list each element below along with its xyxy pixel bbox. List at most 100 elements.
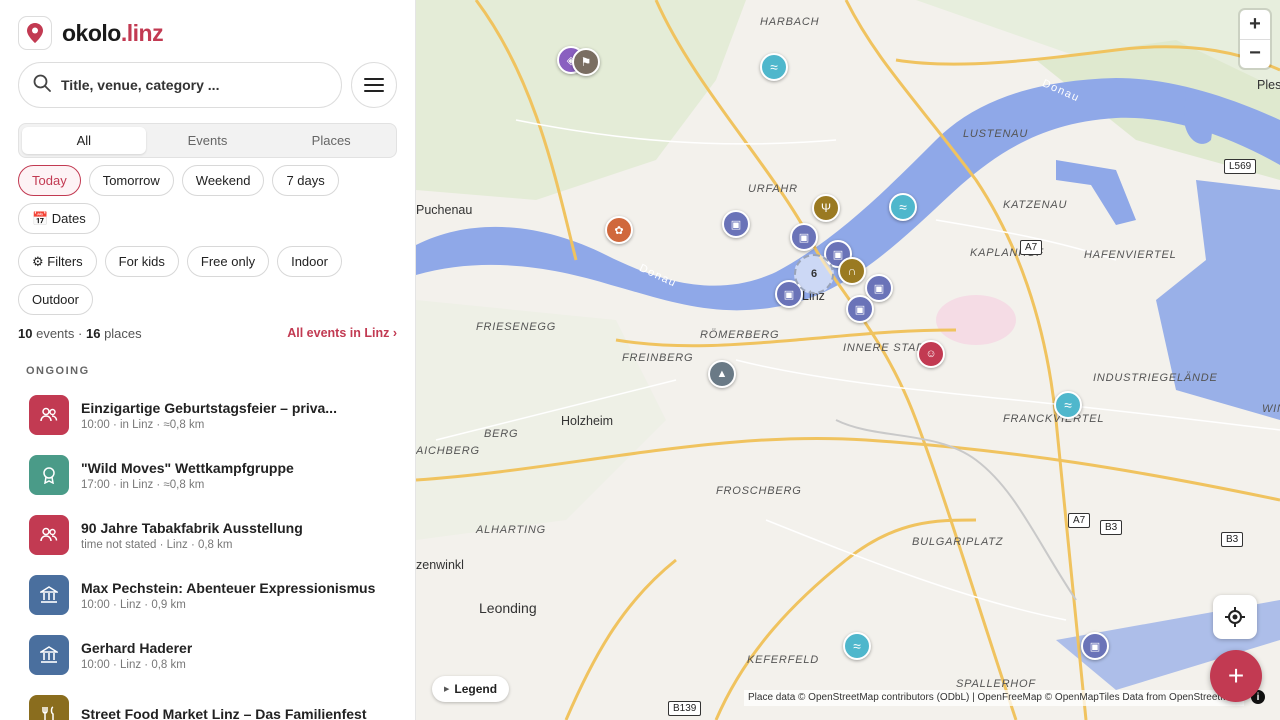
chip-today[interactable]: Today bbox=[18, 165, 81, 196]
triangle-right-icon: ▶ bbox=[444, 686, 450, 693]
water-icon: ≈ bbox=[770, 59, 778, 75]
tab-events[interactable]: Events bbox=[146, 127, 270, 154]
filter-chips: ⚙ Filters For kids Free only Indoor bbox=[18, 246, 342, 277]
chip-weekend[interactable]: Weekend bbox=[181, 165, 265, 196]
chip-outdoor[interactable]: Outdoor bbox=[18, 284, 93, 315]
results-count: 10 events · 16 places bbox=[18, 326, 142, 341]
event-text: "Wild Moves" Wettkampfgruppe 17:00 · in L… bbox=[81, 460, 294, 491]
image-icon: ▣ bbox=[730, 218, 742, 231]
road-shield: B3 bbox=[1100, 520, 1123, 535]
tab-all[interactable]: All bbox=[22, 127, 146, 154]
map-marker-pool[interactable]: ≈ bbox=[843, 632, 871, 660]
map-marker-gallery[interactable]: ▣ bbox=[1081, 632, 1109, 660]
map-place-label: Puchenau bbox=[416, 203, 473, 217]
road-shield: B3 bbox=[1221, 532, 1244, 547]
map-base bbox=[416, 0, 1280, 720]
results-summary: 10 events · 16 places All events in Linz… bbox=[18, 326, 397, 341]
map-marker-food[interactable]: Ψ bbox=[812, 194, 840, 222]
map-place-label: FRANCKVIERTEL bbox=[1003, 413, 1105, 425]
map-view[interactable]: HARBACH Pleschi LUSTENAU L569 URFAHR Puchenau… bbox=[416, 0, 1280, 720]
map-marker-gallery[interactable]: ▣ bbox=[846, 295, 874, 323]
road-shield: A7 bbox=[1020, 240, 1043, 255]
map-marker-people[interactable]: ☺ bbox=[917, 340, 945, 368]
map-pin-icon bbox=[18, 16, 52, 50]
image-icon: ▣ bbox=[832, 248, 844, 261]
map-place-label: KATZENAU bbox=[1003, 199, 1068, 211]
chip-tomorrow[interactable]: Tomorrow bbox=[88, 165, 174, 196]
image-icon: ▣ bbox=[783, 288, 795, 301]
all-events-link[interactable]: All events in Linz › bbox=[287, 326, 397, 341]
map-marker-gallery[interactable]: ▣ bbox=[722, 210, 750, 238]
event-title: "Wild Moves" Wettkampfgruppe bbox=[81, 459, 294, 476]
road-shield: L569 bbox=[1224, 159, 1257, 174]
map-place-label: LUSTENAU bbox=[963, 128, 1029, 140]
map-marker-mountain[interactable]: ▲ bbox=[708, 360, 736, 388]
event-list-item[interactable]: 90 Jahre Tabakfabrik Ausstellung time not… bbox=[29, 514, 389, 556]
sidebar: okolo.linz All Events Places Today Tomor… bbox=[0, 0, 416, 720]
crosshair-icon bbox=[1225, 607, 1245, 627]
event-list-item[interactable]: Max Pechstein: Abenteuer Expressionismus… bbox=[29, 574, 389, 616]
search-box[interactable] bbox=[18, 62, 342, 108]
hamburger-icon bbox=[364, 78, 384, 92]
map-place-label: WIN bbox=[1262, 403, 1280, 415]
zoom-in-button[interactable]: + bbox=[1240, 10, 1270, 40]
add-event-button[interactable]: + bbox=[1210, 650, 1262, 702]
map-place-label: URFAHR bbox=[748, 183, 798, 195]
event-list-item[interactable]: "Wild Moves" Wettkampfgruppe 17:00 · in L… bbox=[29, 454, 389, 496]
chip-indoor[interactable]: Indoor bbox=[277, 246, 342, 277]
map-place-label: KEFERFELD bbox=[747, 654, 819, 666]
event-title: Max Pechstein: Abenteuer Expressionismus bbox=[81, 579, 376, 596]
event-meta: time not stated · Linz · 0,8 km bbox=[81, 538, 233, 551]
tab-places[interactable]: Places bbox=[269, 127, 393, 154]
event-list-item[interactable]: Gerhard Haderer 10:00 · Linz · 0,8 km bbox=[29, 634, 389, 676]
map-place-label: RÖMERBERG bbox=[700, 329, 780, 341]
event-list-item[interactable]: Street Food Market Linz – Das Familienfe… bbox=[29, 694, 389, 720]
map-place-label: BULGARIPLATZ bbox=[912, 536, 1004, 548]
zoom-control: + − bbox=[1240, 10, 1270, 68]
map-place-label: SPALLERHOF bbox=[956, 678, 1036, 690]
map-cluster[interactable]: 6 bbox=[794, 254, 834, 294]
brand-name: okolo.linz bbox=[62, 19, 164, 46]
map-marker-landmark[interactable]: ∩ bbox=[838, 257, 866, 285]
map-place-label: FROSCHBERG bbox=[716, 485, 802, 497]
map-place-label: Leonding bbox=[479, 600, 537, 616]
map-marker-pool[interactable]: ≈ bbox=[889, 193, 917, 221]
chip-7-days[interactable]: 7 days bbox=[272, 165, 339, 196]
map-marker-gallery[interactable]: ▣ bbox=[790, 223, 818, 251]
dates-row: 📅 Dates bbox=[18, 203, 100, 234]
chip-for-kids[interactable]: For kids bbox=[104, 246, 179, 277]
map-attribution: Place data © OpenStreetMap contributors … bbox=[744, 690, 1244, 706]
event-text: Max Pechstein: Abenteuer Expressionismus… bbox=[81, 580, 375, 611]
footprint-icon: ✿ bbox=[614, 224, 624, 237]
outdoor-row: Outdoor bbox=[18, 284, 93, 315]
search-input[interactable] bbox=[61, 77, 301, 93]
menu-button[interactable] bbox=[351, 62, 397, 108]
map-marker-pool[interactable]: ≈ bbox=[760, 53, 788, 81]
flag-icon: ⚑ bbox=[580, 55, 592, 69]
map-marker-kids[interactable]: ✿ bbox=[605, 216, 633, 244]
museum-icon bbox=[29, 635, 69, 675]
locate-me-button[interactable] bbox=[1213, 595, 1257, 639]
people-icon bbox=[29, 515, 69, 555]
chip-dates[interactable]: 📅 Dates bbox=[18, 203, 100, 234]
brand-logo[interactable]: okolo.linz bbox=[18, 16, 164, 50]
event-meta: 10:00 · Linz · 0,8 km bbox=[81, 658, 186, 671]
type-segmented-control: All Events Places bbox=[18, 123, 397, 158]
map-place-label: HAFENVIERTEL bbox=[1084, 249, 1177, 261]
museum-icon bbox=[29, 575, 69, 615]
zoom-out-button[interactable]: − bbox=[1240, 40, 1270, 69]
food-icon bbox=[29, 695, 69, 720]
chip-free-only[interactable]: Free only bbox=[186, 246, 270, 277]
map-place-label: Pleschi bbox=[1257, 78, 1280, 92]
chip-filters[interactable]: ⚙ Filters bbox=[18, 246, 97, 277]
legend-button[interactable]: ▶ Legend bbox=[432, 676, 510, 702]
event-title: Street Food Market Linz – Das Familienfe… bbox=[81, 705, 367, 720]
map-marker-pool[interactable]: ≈ bbox=[1054, 391, 1082, 419]
map-place-label: zenwinkl bbox=[416, 558, 464, 572]
road-shield: A7 bbox=[1068, 513, 1091, 528]
map-marker-flag[interactable]: ⚑ bbox=[572, 48, 600, 76]
event-meta: 10:00 · in Linz · ≈0,8 km bbox=[81, 418, 205, 431]
time-chips: Today Tomorrow Weekend 7 days bbox=[18, 165, 339, 196]
event-list-item[interactable]: Einzigartige Geburtstagsfeier – priva...… bbox=[29, 394, 389, 436]
map-place-label: BERG bbox=[484, 428, 519, 440]
